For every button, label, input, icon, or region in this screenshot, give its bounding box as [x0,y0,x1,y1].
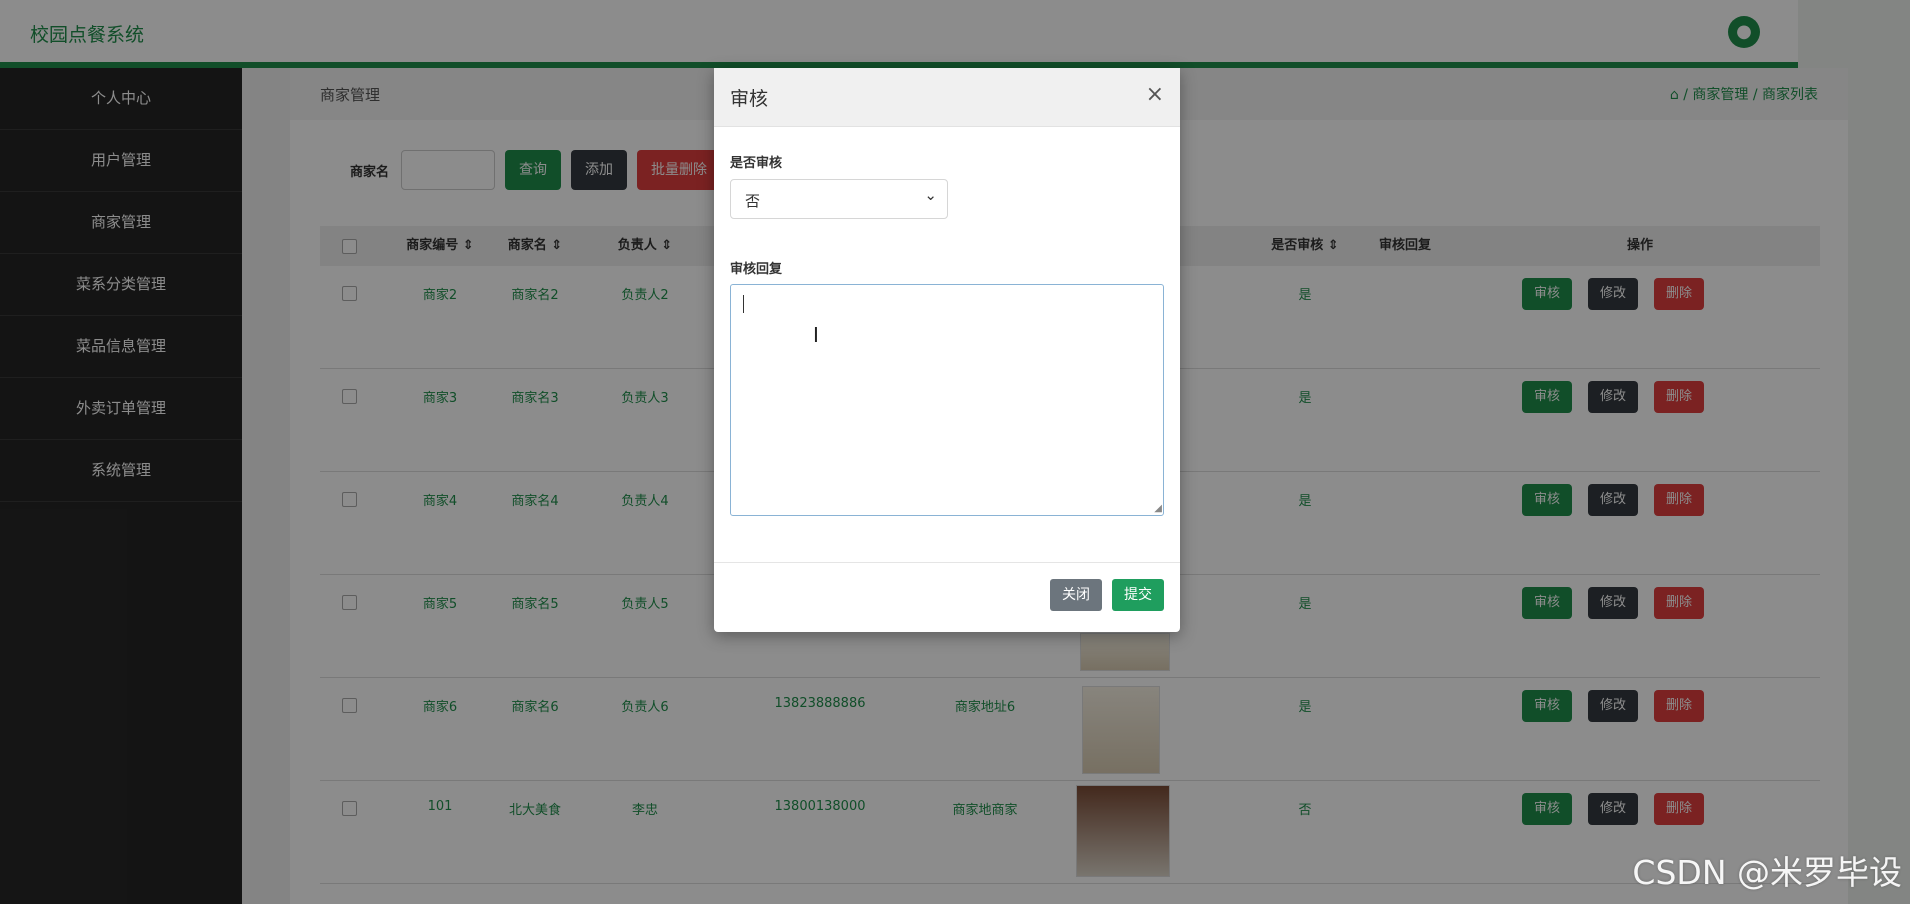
audit-dialog: 审核 × 是否审核 否 ⌄ 审核回复 I ◢ 关闭 提交 [714,68,1180,632]
dialog-title: 审核 [730,88,769,110]
csdn-watermark: CSDN @米罗毕设 [1632,853,1902,892]
ibeam-cursor-icon: I [813,323,819,347]
close-button[interactable]: 关闭 [1050,579,1102,611]
audit-reply-textarea[interactable]: I ◢ [730,284,1164,516]
dialog-header: 审核 × [714,68,1180,127]
text-caret [743,295,744,313]
resize-grip-icon[interactable]: ◢ [1154,503,1162,514]
chevron-down-icon: ⌄ [924,186,937,204]
audit-reply-label: 审核回复 [730,262,783,277]
submit-button[interactable]: 提交 [1112,579,1164,611]
audit-status-select[interactable]: 否 ⌄ [730,179,948,219]
audit-status-value: 否 [745,192,761,210]
dialog-footer: 关闭 提交 [714,562,1180,633]
audit-status-label: 是否审核 [730,156,783,171]
close-icon[interactable]: × [1146,82,1164,107]
